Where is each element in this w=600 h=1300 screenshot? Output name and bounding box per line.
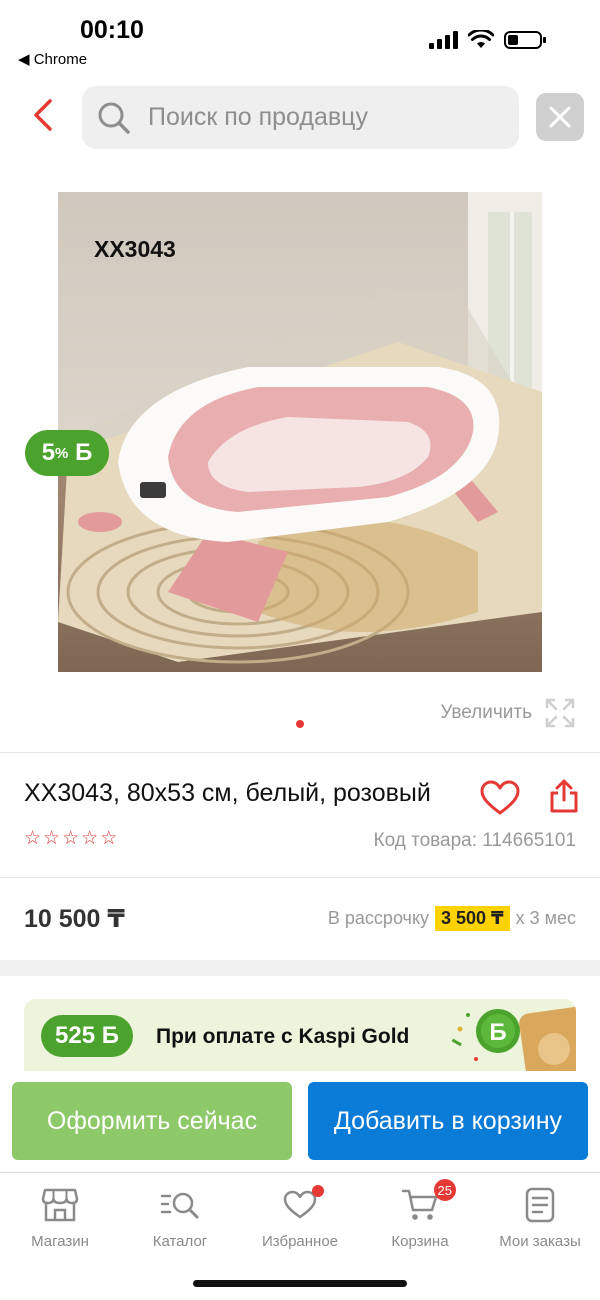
chevron-left-icon	[34, 99, 52, 131]
tab-cart[interactable]: 25 Корзина	[360, 1179, 480, 1250]
cart-count-badge: 25	[433, 1179, 456, 1201]
add-to-cart-button[interactable]: Добавить в корзину	[308, 1082, 588, 1160]
tab-my-orders[interactable]: Мои заказы	[480, 1185, 600, 1250]
product-code: Код товара: 114665101	[373, 830, 576, 851]
tab-favorites[interactable]: Избранное	[240, 1185, 360, 1250]
bonus-percent: 5	[41, 439, 56, 466]
heart-icon	[480, 780, 520, 815]
share-button[interactable]	[546, 776, 582, 816]
cart-icon: 25	[400, 1179, 456, 1225]
tab-store[interactable]: Магазин	[0, 1185, 120, 1250]
kaspi-gold-card-icon: Б	[451, 1005, 576, 1071]
expand-icon	[545, 698, 575, 728]
tab-label: Корзина	[391, 1233, 449, 1250]
cellular-signal-icon	[429, 31, 458, 49]
installment-info[interactable]: В рассрочку 3 500 ₸ х 3 мес	[328, 906, 576, 931]
installment-prefix: В рассрочку	[327, 908, 430, 928]
carousel-indicator-dot[interactable]	[296, 720, 304, 728]
status-icons	[429, 30, 548, 50]
catalog-search-icon	[160, 1185, 200, 1225]
back-button[interactable]	[22, 94, 64, 136]
star-icon: ☆	[43, 828, 61, 849]
buy-now-button[interactable]: Оформить сейчас	[12, 1082, 292, 1160]
tab-label: Каталог	[152, 1233, 208, 1250]
divider	[0, 752, 600, 753]
orders-icon	[520, 1185, 560, 1225]
search-box[interactable]	[82, 86, 519, 149]
search-header	[0, 80, 600, 160]
home-indicator[interactable]	[193, 1280, 407, 1287]
search-icon	[96, 100, 132, 136]
tab-label: Избранное	[261, 1233, 339, 1250]
heart-icon	[280, 1185, 324, 1225]
zoom-label: Увеличить	[440, 702, 532, 723]
baby-bathtub-illustration	[58, 192, 542, 672]
favorites-notification-dot	[312, 1185, 324, 1197]
kaspi-gold-banner[interactable]: 525 Б При оплате с Kaspi Gold Б	[24, 999, 576, 1071]
svg-text:Б: Б	[489, 1019, 506, 1046]
kaspi-bonus-pill: 525 Б	[41, 1015, 133, 1057]
product-image-label: XX3043	[94, 236, 176, 262]
wifi-icon	[468, 30, 494, 48]
status-bar: 00:10 ◀ Chrome	[0, 0, 600, 72]
share-icon	[550, 779, 578, 813]
tab-label: Магазин	[31, 1233, 89, 1250]
product-title: XX3043, 80x53 см, белый, розовый	[24, 779, 431, 807]
search-input[interactable]	[148, 103, 488, 132]
status-time: 00:10	[80, 16, 144, 44]
zoom-button[interactable]: Увеличить	[440, 697, 576, 729]
rating-stars: ☆ ☆ ☆ ☆ ☆	[24, 829, 117, 849]
divider	[0, 877, 600, 878]
star-icon: ☆	[62, 828, 80, 849]
product-image[interactable]: XX3043	[58, 192, 542, 672]
battery-icon	[504, 31, 546, 49]
star-icon: ☆	[100, 828, 118, 849]
bonus-badge: 5% Б	[25, 430, 109, 476]
section-divider	[0, 960, 600, 976]
product-price: 10 500 ₸	[24, 905, 125, 933]
close-icon	[549, 106, 571, 128]
bonus-percent-sign: %	[55, 444, 69, 462]
bonus-currency: Б	[75, 439, 93, 466]
installment-suffix: х 3 мес	[515, 908, 576, 928]
clear-search-button[interactable]	[536, 93, 584, 141]
back-to-app-link[interactable]: ◀ Chrome	[18, 50, 87, 68]
tab-label: Мои заказы	[499, 1233, 581, 1250]
star-icon: ☆	[81, 828, 99, 849]
installment-amount: 3 500 ₸	[435, 906, 510, 931]
tab-catalog[interactable]: Каталог	[120, 1185, 240, 1250]
store-icon	[40, 1185, 80, 1225]
add-to-favorites-button[interactable]	[478, 778, 522, 818]
star-icon: ☆	[24, 828, 42, 849]
kaspi-gold-text: При оплате с Kaspi Gold	[156, 1025, 410, 1048]
